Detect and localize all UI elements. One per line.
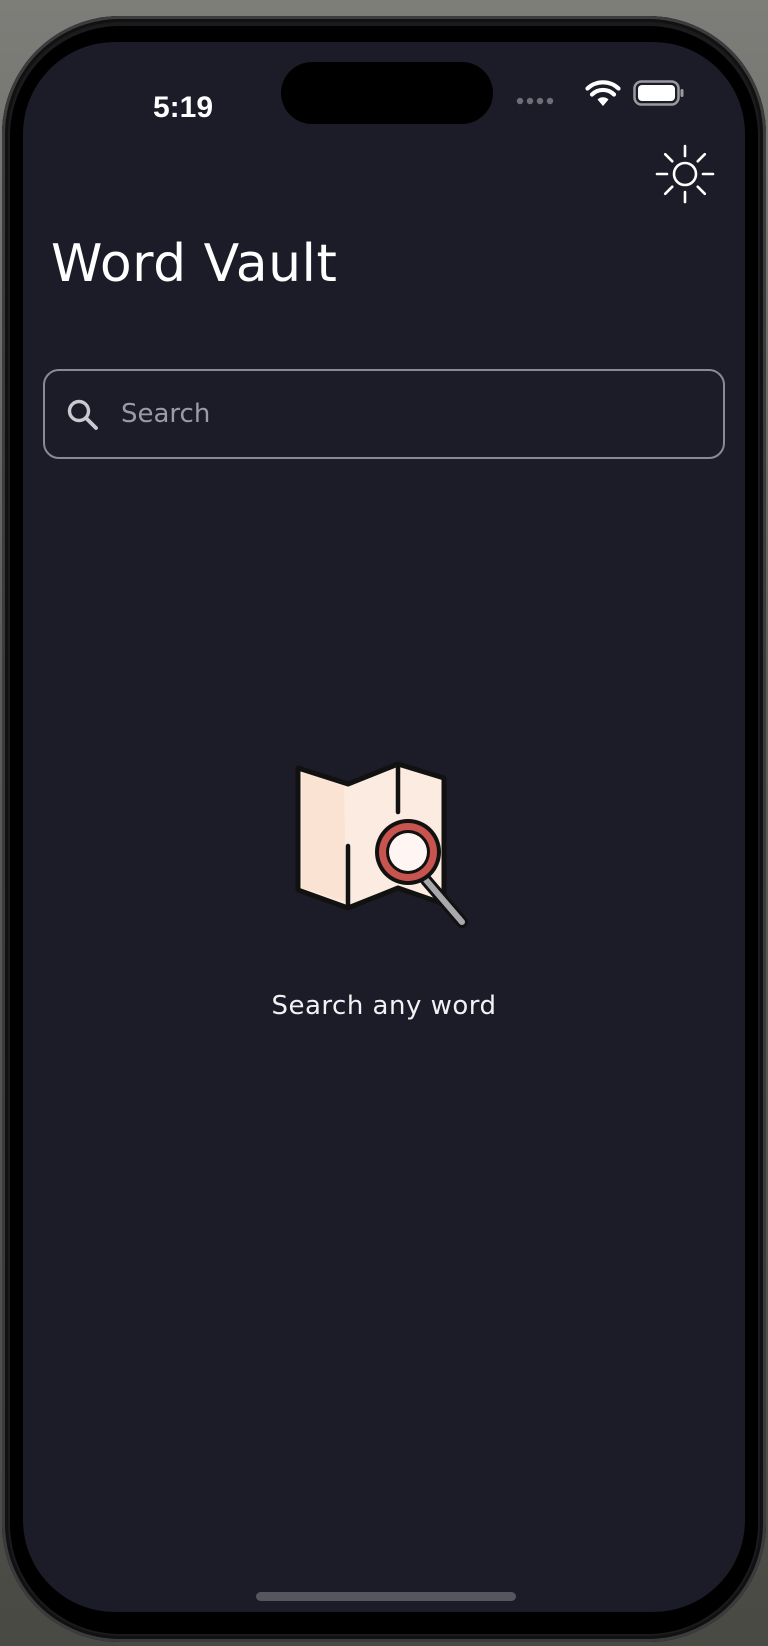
battery-icon <box>633 80 684 106</box>
home-indicator[interactable] <box>256 1592 516 1601</box>
empty-state-message: Search any word <box>271 991 497 1021</box>
search-icon <box>67 399 98 430</box>
status-time: 5:19 <box>152 91 214 124</box>
signal-dots-icon <box>516 97 554 105</box>
wifi-icon <box>585 80 621 106</box>
app-title: Word Vault <box>51 234 338 294</box>
map-magnifier-icon <box>295 761 468 928</box>
dynamic-island <box>281 62 493 124</box>
app-screen: 5:19 Word Vault Search Search any word <box>23 42 745 1612</box>
theme-toggle-sun-icon[interactable] <box>653 142 717 206</box>
search-bar[interactable] <box>43 369 725 459</box>
search-input[interactable] <box>121 371 711 457</box>
